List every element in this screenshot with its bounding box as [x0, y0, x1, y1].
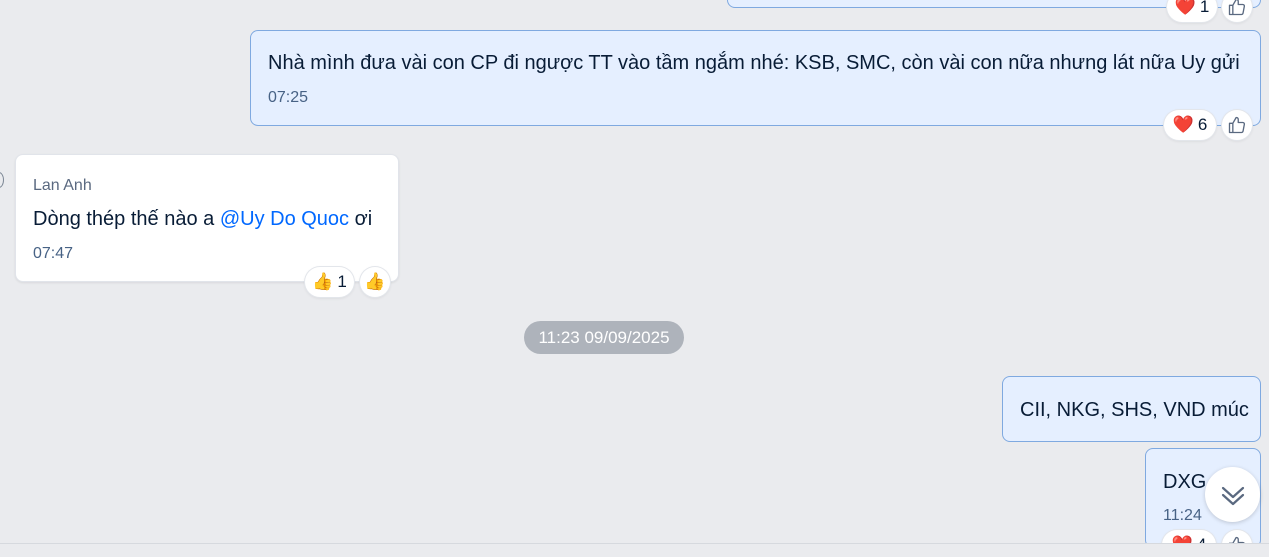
thumbs-up-emoji-icon: 👍	[364, 272, 386, 291]
composer-divider	[0, 543, 1269, 557]
thumbs-up-outline-icon	[1228, 0, 1246, 16]
message-time: 07:47	[33, 245, 74, 262]
message-text: DXG	[1163, 471, 1207, 493]
user-mention-link[interactable]: @Uy Do Quoc	[220, 208, 349, 230]
message-bubble-own[interactable]: Nhà mình đưa vài con CP đi ngược TT vào …	[250, 30, 1261, 126]
scroll-to-bottom-button[interactable]	[1205, 467, 1260, 522]
message-bubble-own[interactable]: CII, NKG, SHS, VND múc	[1002, 376, 1261, 442]
sender-name: Lan Anh	[33, 177, 92, 194]
message-time: 07:25	[268, 89, 309, 106]
message-text: Nhà mình đưa vài con CP đi ngược TT vào …	[268, 52, 1240, 74]
message-bubble-other[interactable]: Lan Anh Dòng thép thế nào a @Uy Do Quoc …	[15, 154, 399, 282]
thumbs-up-outline-icon	[1228, 116, 1246, 134]
reaction-count: 6	[1197, 115, 1208, 134]
reaction-heart[interactable]: ❤️ 6	[1164, 110, 1216, 140]
add-reaction-button[interactable]	[1222, 110, 1252, 140]
add-reaction-button[interactable]: 👍	[360, 267, 390, 297]
add-reaction-button-previous[interactable]	[1222, 0, 1252, 22]
date-separator: 11:23 09/09/2025	[524, 321, 684, 354]
reaction-heart-previous[interactable]: ❤️ 1	[1167, 0, 1217, 22]
message-text-part: Dòng thép thế nào a	[33, 208, 220, 230]
message-text-part: ơi	[349, 208, 373, 230]
message-text: CII, NKG, SHS, VND múc	[1020, 399, 1249, 421]
message-time: 11:24	[1163, 507, 1202, 524]
heart-emoji-icon: ❤️	[1172, 115, 1194, 134]
heart-emoji-icon: ❤️	[1174, 0, 1196, 16]
thumbs-up-emoji-icon: 👍	[312, 272, 334, 291]
reaction-count: 1	[1199, 0, 1210, 16]
message-text: Dòng thép thế nào a @Uy Do Quoc ơi	[33, 207, 372, 231]
avatar-fragment	[0, 172, 4, 188]
reaction-thumbs-up[interactable]: 👍 1	[305, 267, 354, 297]
reaction-count: 1	[337, 272, 347, 291]
double-chevron-down-icon	[1221, 486, 1244, 505]
